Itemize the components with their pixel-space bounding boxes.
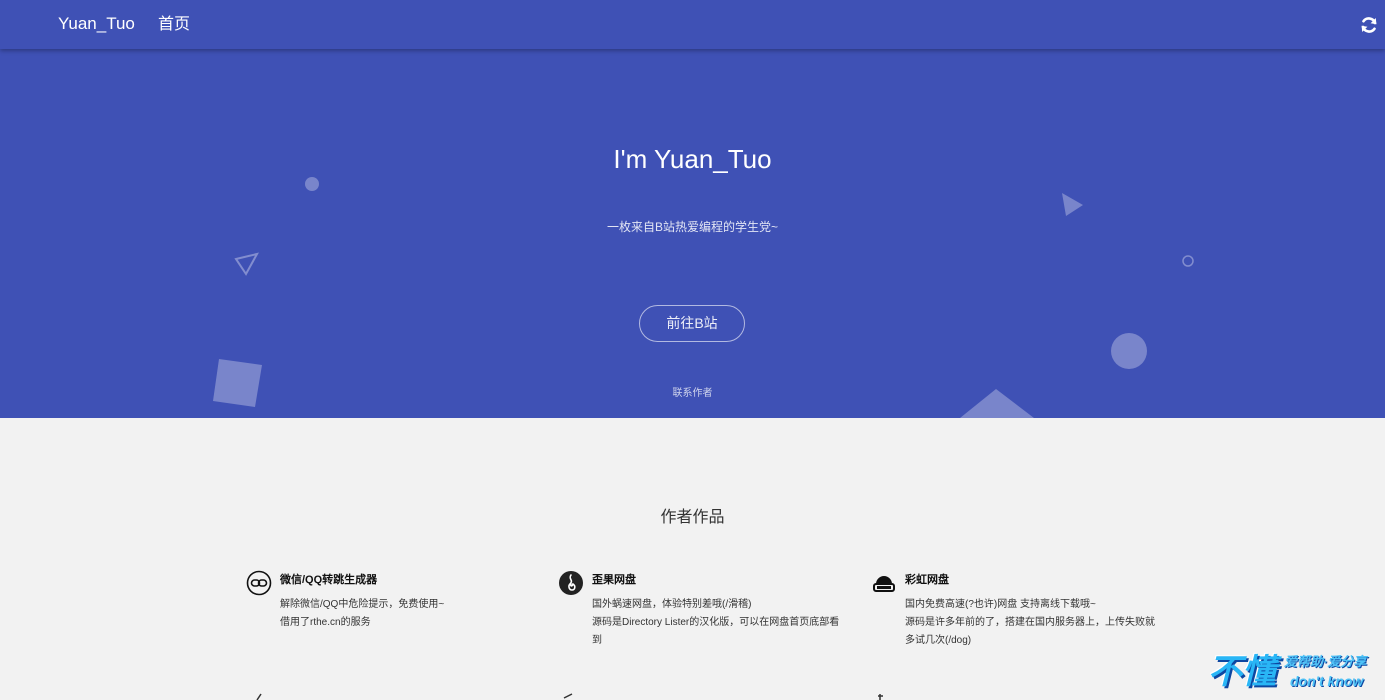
watermark-slogan: 爱帮助·爱分享 — [1284, 654, 1367, 669]
nav-home-link[interactable]: 首页 — [158, 15, 190, 35]
works-section-title: 作者作品 — [660, 509, 725, 526]
next-row-icon-partial — [256, 693, 262, 700]
watermark-english: don't know — [1290, 673, 1364, 689]
work-title[interactable]: 歪果网盘 — [592, 572, 636, 588]
refresh-icon[interactable] — [1359, 15, 1379, 35]
hero-title: I'm Yuan_Tuo — [613, 144, 772, 174]
decor-triangle-outline — [234, 252, 259, 276]
hero-banner: I'm Yuan_Tuo 一枚来自B站热爱编程的学生党~ 前往B站 联系作者 — [0, 49, 1385, 418]
flame-icon — [559, 571, 583, 595]
goto-bilibili-button[interactable]: 前往B站 — [639, 305, 745, 342]
watermark-logo: 不懂 爱帮助·爱分享 don't know — [1206, 650, 1382, 698]
work-desc-line: 借用了rthe.cn的服务 — [280, 617, 371, 628]
work-description: 国内免费高速(?也许)网盘 支持离线下载哦~ 源码是许多年前的了，搭建在国内服务… — [905, 596, 1155, 650]
decor-circle-large — [1111, 333, 1147, 369]
work-desc-line: 解除微信/QQ中危险提示，免费使用~ — [280, 599, 445, 610]
top-navbar: Yuan_Tuo 首页 — [0, 0, 1385, 49]
work-description: 解除微信/QQ中危险提示，免费使用~ 借用了rthe.cn的服务 — [280, 596, 530, 632]
work-desc-line: 国内免费高速(?也许)网盘 支持离线下载哦~ — [905, 599, 1096, 610]
decor-triangle-filled — [1062, 193, 1083, 216]
contact-author-link[interactable]: 联系作者 — [0, 388, 1385, 400]
work-desc-line: 源码是Directory Lister的汉化版，可以在网盘首页底部看到 — [592, 617, 840, 646]
work-description: 国外蜗速网盘，体验特别差哦(/滑稽) 源码是Directory Lister的汉… — [592, 596, 842, 650]
cloud-drive-icon — [873, 576, 895, 592]
link-chain-icon — [246, 570, 272, 596]
decor-ring — [1182, 255, 1194, 267]
work-desc-line: 国外蜗速网盘，体验特别差哦(/滑稽) — [592, 599, 752, 610]
hero-subtitle: 一枚来自B站热爱编程的学生党~ — [606, 220, 778, 234]
next-row-icon-partial — [563, 693, 573, 699]
work-desc-line: 源码是许多年前的了，搭建在国内服务器上，上传失败就多试几次(/dog) — [905, 617, 1155, 646]
brand-title[interactable]: Yuan_Tuo — [58, 14, 135, 34]
watermark-big-text: 不懂 — [1208, 652, 1276, 692]
next-row-icon-partial — [878, 694, 883, 700]
work-title[interactable]: 彩虹网盘 — [905, 572, 949, 588]
work-title[interactable]: 微信/QQ转跳生成器 — [280, 572, 377, 588]
decor-circle-small — [305, 177, 319, 191]
